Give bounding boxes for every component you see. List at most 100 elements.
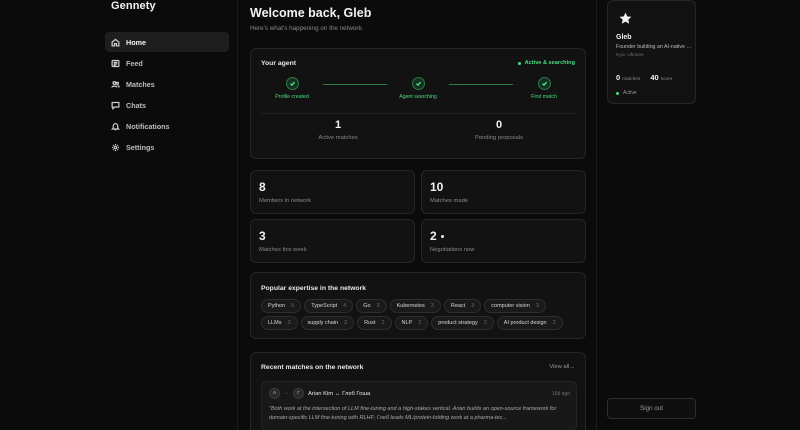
sidebar-item-label: Matches (126, 79, 155, 89)
chip-count: 2 (483, 320, 487, 326)
stat-value: 10 (430, 180, 444, 194)
page-subtitle: Here's what's happening on the network. (250, 25, 364, 32)
stat-value: 2 (430, 229, 437, 243)
sidebar: Gennety Home Feed Matches Chats Notifica… (0, 0, 238, 430)
chip-count: 2 (418, 320, 422, 326)
stat-label: Negotiations now (430, 247, 475, 253)
main-content: Welcome back, Gleb Here's what's happeni… (250, 0, 586, 430)
home-icon (111, 38, 120, 46)
sidebar-item-label: Home (126, 37, 146, 47)
star-icon (618, 11, 633, 26)
matches-week-stat-card: 3 Matches this week (250, 219, 415, 263)
expertise-chip[interactable]: supply chain 2 (300, 316, 355, 330)
agent-card: Your agent Active & searching Profile cr… (250, 48, 586, 159)
expertise-chip[interactable]: TypeScript 4 (304, 299, 354, 313)
chip-label: Kubernetes (396, 303, 425, 309)
sidebar-item-chats[interactable]: Chats (105, 95, 229, 115)
chip-label: Python (268, 303, 286, 309)
active-matches-stat: 1 Active matches (278, 119, 398, 141)
matches-count: 0 (616, 73, 621, 82)
stat-label: Active matches (318, 135, 358, 141)
expertise-chip[interactable]: product strategy 2 (431, 316, 494, 330)
profile-location: Kyiv, Ukraine (616, 53, 644, 58)
expertise-chip[interactable]: Python 5 (261, 299, 302, 313)
check-icon (285, 77, 299, 90)
sidebar-item-notifications[interactable]: Notifications (105, 116, 229, 136)
chip-count: 2 (552, 320, 556, 326)
page-title: Welcome back, Gleb (250, 6, 372, 20)
chip-label: product strategy (438, 320, 478, 326)
matches-made-stat-card: 10 Matches made (421, 170, 586, 214)
score-label: score (660, 77, 673, 82)
expertise-chip[interactable]: NLP 2 (394, 316, 429, 330)
sidebar-item-label: Feed (126, 58, 143, 68)
expertise-chip[interactable]: Rust 2 (357, 316, 392, 330)
recent-matches-card: Recent matches on the network View all→ … (250, 352, 586, 430)
matches-label: matches (622, 77, 641, 82)
chip-label: Rust (364, 320, 376, 326)
chat-icon (111, 101, 120, 110)
step-label: Profile created (275, 94, 309, 100)
app-logo[interactable]: Gennety (111, 0, 156, 12)
avatar: Г (293, 388, 304, 399)
match-quote: "Both work at the intersection of LLM fi… (269, 406, 557, 421)
agent-status-text: Active & searching (524, 60, 575, 66)
step-label: Agent searching (399, 94, 437, 100)
users-icon (111, 80, 120, 88)
chip-label: Go (363, 303, 371, 309)
avatar: A (269, 388, 280, 399)
chip-label: computer vision (491, 303, 530, 309)
stat-label: Matches made (430, 198, 469, 204)
profile-card[interactable]: Gleb Founder building an AI-native netwo… (607, 0, 696, 104)
sidebar-item-settings[interactable]: Settings (105, 137, 229, 157)
recent-matches-title: Recent matches on the network (261, 364, 364, 371)
swap-arrow-icon: ↔ (284, 390, 289, 396)
chip-count: 5 (291, 303, 295, 309)
sidebar-nav: Home Feed Matches Chats Notifications Se… (105, 32, 229, 158)
expertise-title: Popular expertise in the network (261, 285, 366, 292)
sidebar-item-feed[interactable]: Feed (105, 53, 229, 73)
chip-count: 3 (430, 303, 434, 309)
profile-status-badge: Active (616, 90, 637, 96)
chip-count: 3 (287, 320, 291, 326)
expertise-chip[interactable]: AI product design 2 (496, 316, 563, 330)
members-stat-card: 8 Members in network (250, 170, 415, 214)
view-all-link[interactable]: View all→ (549, 364, 575, 370)
stat-value-wrap: 2 (430, 229, 444, 243)
gear-icon (111, 143, 120, 151)
profile-name: Gleb (616, 34, 632, 41)
chip-label: TypeScript (311, 303, 338, 309)
check-icon (411, 77, 425, 90)
sidebar-item-home[interactable]: Home (105, 32, 229, 52)
expertise-chip[interactable]: Kubernetes 3 (389, 299, 441, 313)
chip-label: supply chain (307, 320, 339, 326)
chip-label: NLP (401, 320, 413, 326)
sidebar-item-matches[interactable]: Matches (105, 74, 229, 94)
divider (261, 113, 575, 114)
bell-icon (111, 122, 120, 130)
chip-count: 3 (376, 303, 380, 309)
chip-label: LLMs (268, 320, 282, 326)
status-dot-icon (616, 91, 619, 95)
chip-count: 2 (381, 320, 385, 326)
step-agent-searching: Agent searching (383, 77, 453, 100)
expertise-chip[interactable]: computer vision 3 (484, 299, 546, 313)
expertise-chip[interactable]: Go 3 (356, 299, 387, 313)
check-icon (537, 77, 551, 90)
agent-title: Your agent (261, 60, 296, 67)
progress-connector (449, 84, 513, 85)
expertise-chip[interactable]: LLMs 3 (261, 316, 298, 330)
chip-count: 3 (471, 303, 475, 309)
expertise-chip[interactable]: React 3 (443, 299, 482, 313)
sign-out-button[interactable]: Sign out (607, 398, 696, 419)
chip-label: AI product design (503, 320, 547, 326)
sidebar-item-label: Chats (126, 100, 146, 110)
chip-count: 4 (343, 303, 347, 309)
chip-count: 2 (344, 320, 348, 326)
agent-status-badge: Active & searching (517, 60, 575, 66)
stat-value: 8 (259, 180, 266, 194)
match-timestamp: 16d ago (551, 391, 570, 397)
stat-label: Members in network (259, 198, 312, 204)
match-list-item[interactable]: A ↔ Г Arian Kim ↔ Глеб Гоша 16d ago "Bot… (261, 381, 577, 430)
stat-value: 1 (334, 119, 342, 131)
